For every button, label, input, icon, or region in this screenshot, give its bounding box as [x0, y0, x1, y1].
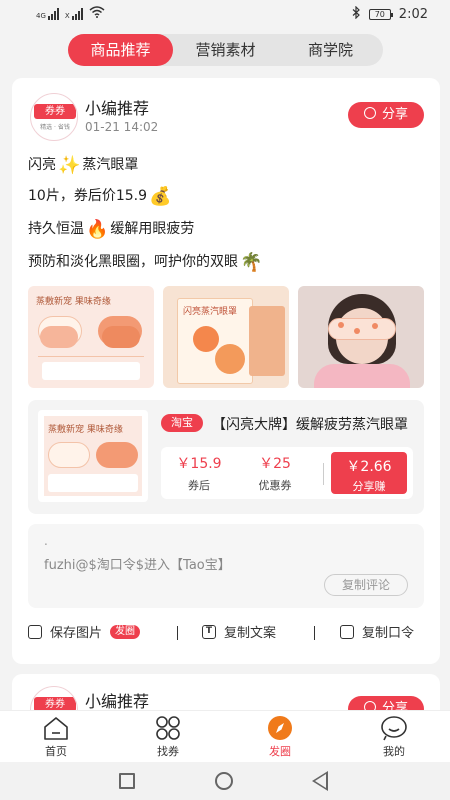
grid-icon: [154, 715, 182, 741]
tab-business-school[interactable]: 商学院: [278, 34, 383, 66]
signal-4g-icon: 4G: [36, 7, 59, 20]
product-image[interactable]: 蒸敷新宠 果味奇缘: [38, 410, 148, 502]
avatar-sub: 精选 · 省钱: [40, 124, 70, 131]
product-card[interactable]: 蒸敷新宠 果味奇缘 淘宝 【闪亮大牌】缓解疲劳蒸汽眼罩 ￥15.9 券后 ￥25…: [28, 400, 424, 514]
battery-icon: 70: [368, 8, 393, 20]
post-text-line: 预防和淡化黑眼圈，呵护你的双眼 🌴: [28, 252, 263, 273]
signal-x-icon: X: [65, 7, 83, 20]
avatar[interactable]: 券券 精选 · 省钱: [30, 93, 78, 141]
author-name: 小编推荐: [85, 99, 150, 118]
fire-icon: 🔥: [86, 219, 109, 240]
nav-find-coupon[interactable]: 找券: [138, 715, 198, 759]
post-card: 券券 精选 · 省钱 小编推荐 01-21 14:02 分享 闪亮 ✨ 蒸汽眼罩 1…: [12, 78, 440, 664]
share-earn-button[interactable]: ￥2.66 分享赚: [331, 452, 407, 494]
price-after-coupon: ￥15.9 券后: [176, 456, 222, 492]
compass-icon: [266, 715, 294, 741]
divider: [314, 626, 315, 640]
copy-icon: [340, 624, 354, 639]
copy-code-label: 复制口令: [362, 626, 415, 641]
image-title: 闪亮蒸汽眼罩: [183, 307, 238, 317]
save-image-button[interactable]: 保存图片 发圈: [28, 622, 141, 641]
divider: [177, 626, 178, 640]
user-icon: [380, 715, 408, 741]
nav-home[interactable]: 首页: [26, 715, 86, 759]
post-time: 01-21 14:02: [85, 120, 159, 134]
share-icon: [363, 107, 376, 119]
recent-apps-button[interactable]: [119, 773, 135, 789]
post-text-line: 闪亮 ✨ 蒸汽眼罩: [28, 155, 139, 176]
author-name: 小编推荐: [85, 692, 150, 711]
back-button[interactable]: [312, 771, 328, 791]
system-nav-bar: [0, 762, 450, 800]
copy-comment-button[interactable]: 复制评论: [324, 574, 408, 596]
copy-text-button[interactable]: T 复制文案: [202, 622, 276, 641]
avatar-tag: 券券: [34, 104, 76, 119]
comment-box: . fuzhi@$淘口令$进入【Tao宝】 复制评论: [28, 524, 424, 608]
price-box: ￥15.9 券后 ￥25 优惠券 ￥2.66 分享赚: [161, 447, 413, 499]
palm-tree-icon: 🌴: [240, 252, 263, 273]
post-badge: 发圈: [110, 624, 141, 639]
top-tabs: 商品推荐 营销素材 商学院: [68, 34, 383, 66]
comment-dot: .: [44, 534, 48, 548]
status-bar: 4G X 70 2:02: [0, 0, 450, 28]
image-title: 蒸敷新宠 果味奇缘: [36, 297, 111, 307]
share-label: 分享: [381, 107, 408, 122]
save-icon: [28, 624, 42, 639]
clock: 2:02: [398, 6, 428, 22]
share-button[interactable]: 分享: [348, 102, 424, 128]
post-image-1[interactable]: 蒸敷新宠 果味奇缘: [28, 286, 154, 388]
post-image-2[interactable]: 闪亮蒸汽眼罩: [163, 286, 289, 388]
platform-badge: 淘宝: [161, 414, 203, 432]
post-text-line: 持久恒温 🔥 缓解用眼疲劳: [28, 219, 195, 240]
nav-post[interactable]: 发圈: [250, 715, 310, 759]
post-image-3[interactable]: [298, 286, 424, 388]
tab-product-recommend[interactable]: 商品推荐: [68, 34, 173, 66]
copy-code-button[interactable]: 复制口令: [340, 622, 414, 641]
text-icon: T: [202, 624, 216, 639]
image-title: 蒸敷新宠 果味奇缘: [48, 425, 123, 435]
bottom-nav: 首页 找券 发圈 我的: [0, 710, 450, 762]
wifi-icon: [89, 6, 105, 21]
post-text-line: 10片，券后价15.9 💰: [28, 186, 172, 207]
coupon-value: ￥25 优惠券: [258, 456, 292, 492]
home-icon: [42, 715, 70, 741]
action-bar: 保存图片 发圈 T 复制文案 复制口令: [12, 622, 440, 646]
nav-mine[interactable]: 我的: [364, 715, 424, 759]
home-button[interactable]: [215, 772, 233, 790]
product-title[interactable]: 【闪亮大牌】缓解疲劳蒸汽眼罩: [212, 414, 418, 434]
save-image-label: 保存图片: [50, 626, 103, 641]
sparkle-icon: ✨: [58, 155, 81, 176]
bluetooth-icon: [352, 5, 361, 22]
tab-marketing-material[interactable]: 营销素材: [173, 34, 278, 66]
divider: [323, 463, 324, 485]
copy-text-label: 复制文案: [224, 626, 277, 641]
money-bag-icon: 💰: [149, 186, 172, 207]
comment-text: fuzhi@$淘口令$进入【Tao宝】: [44, 558, 231, 573]
